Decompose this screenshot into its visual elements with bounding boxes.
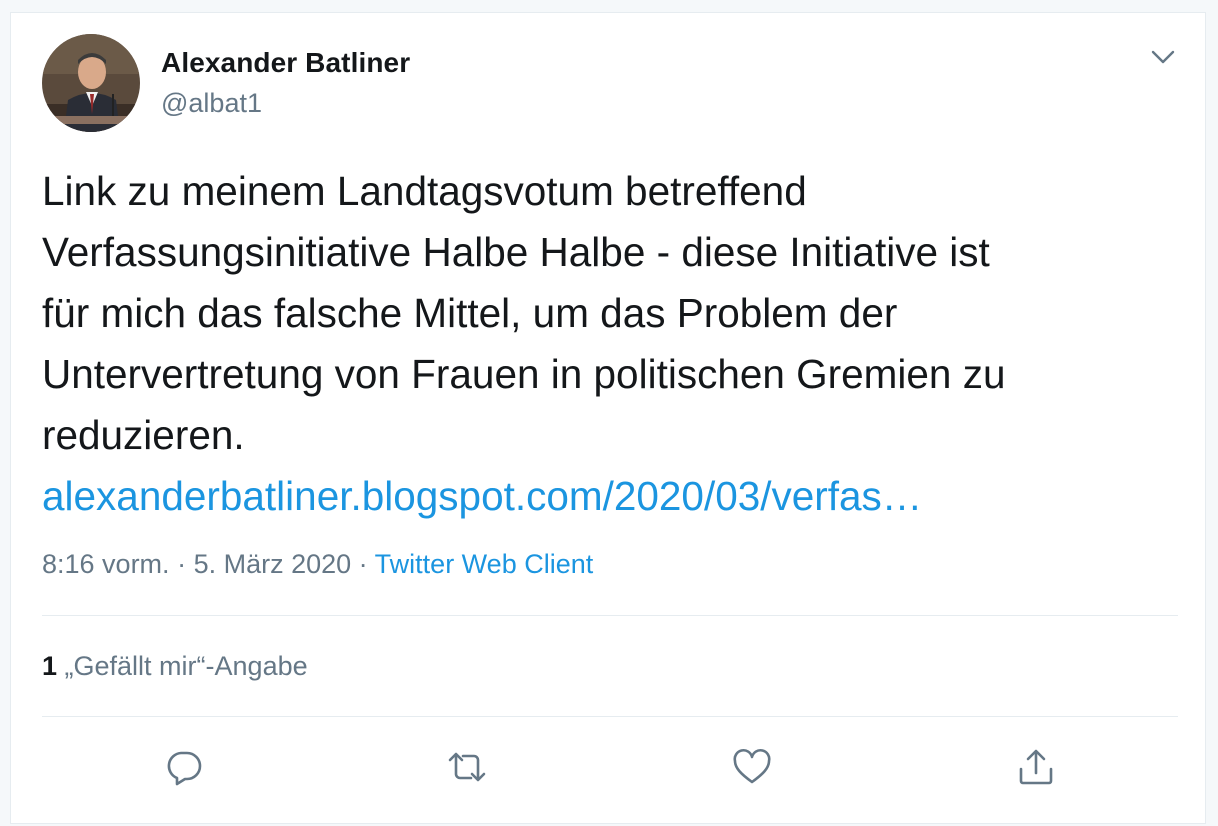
- tweet-meta: 8:16 vorm. · 5. März 2020 · Twitter Web …: [42, 549, 593, 580]
- likes-label: „Gefällt mir“-Angabe: [57, 651, 308, 681]
- divider: [42, 615, 1178, 616]
- reply-button[interactable]: [160, 743, 208, 791]
- share-button[interactable]: [1012, 743, 1060, 791]
- tweet-time[interactable]: 8:16 vorm.: [42, 549, 170, 579]
- tweet-date[interactable]: 5. März 2020: [194, 549, 352, 579]
- tweet-link[interactable]: alexanderbatliner.blogspot.com/2020/03/v…: [42, 466, 1172, 527]
- likes-stat[interactable]: 1 „Gefällt mir“-Angabe: [42, 651, 308, 682]
- avatar[interactable]: [42, 34, 140, 132]
- avatar-photo: [42, 34, 140, 132]
- reply-icon: [167, 751, 202, 786]
- divider: [42, 716, 1178, 717]
- retweet-button[interactable]: [443, 743, 491, 791]
- tweet-card: Alexander Batliner @albat1 Link zu meine…: [10, 12, 1206, 824]
- heart-icon: [733, 748, 771, 784]
- retweet-icon: [448, 752, 486, 782]
- share-icon: [1019, 749, 1053, 785]
- tweet-source[interactable]: Twitter Web Client: [375, 549, 594, 579]
- tweet-body: Link zu meinem Landtagsvotum betreffend …: [42, 168, 1006, 458]
- meta-separator: ·: [351, 549, 375, 579]
- meta-separator: ·: [169, 549, 194, 579]
- like-button[interactable]: [728, 743, 776, 791]
- likes-count: 1: [42, 651, 58, 681]
- tweet-text: Link zu meinem Landtagsvotum betreffend …: [42, 161, 1172, 527]
- chevron-down-icon[interactable]: [1147, 45, 1179, 69]
- user-handle[interactable]: @albat1: [161, 88, 262, 119]
- display-name[interactable]: Alexander Batliner: [161, 47, 410, 79]
